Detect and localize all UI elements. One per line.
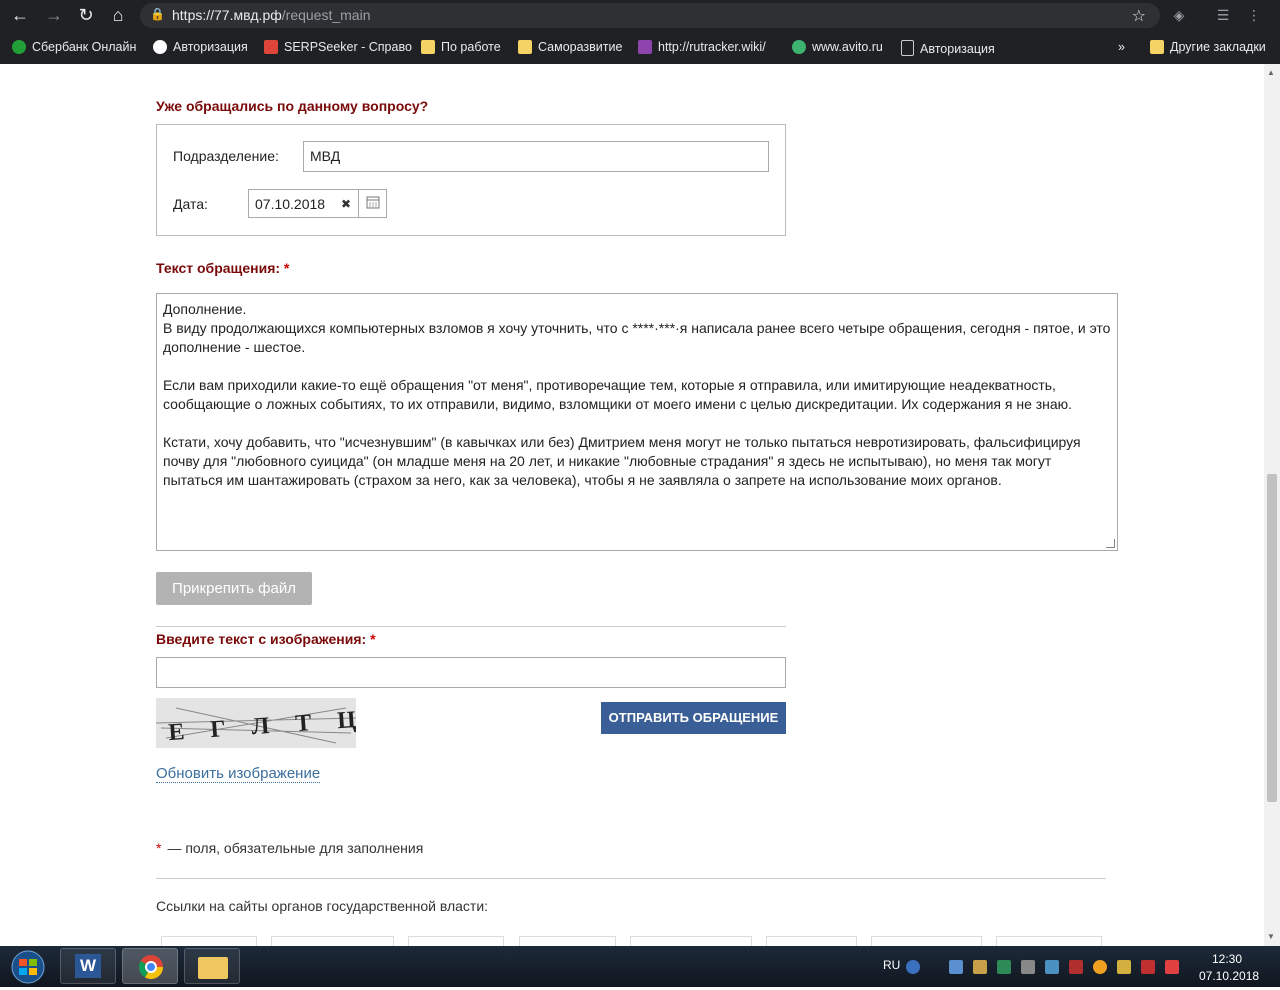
page-icon: [901, 40, 914, 56]
address-bar[interactable]: 🔒 https://77.мвд.рф/request_main ☆: [140, 3, 1160, 28]
lock-icon: 🔒: [150, 7, 165, 21]
browser-toolbar: ← → ↻ ⌂ 🔒 https://77.мвд.рф/request_main…: [0, 0, 1280, 31]
divider: [156, 626, 786, 627]
appeal-paragraph: Если вам приходили какие-то ещё обращени…: [163, 377, 1073, 412]
page-scrollbar[interactable]: ▲ ▼: [1264, 64, 1280, 946]
appeal-text-title: Текст обращения: *: [156, 260, 290, 276]
date-label: Дата:: [173, 196, 208, 212]
word-icon: W: [75, 954, 101, 978]
reload-icon[interactable]: ↻: [74, 4, 98, 26]
appeal-textarea[interactable]: Дополнение. В виду продолжающихся компью…: [156, 293, 1118, 551]
language-indicator[interactable]: RU: [883, 958, 900, 972]
gov-link-logo[interactable]: [271, 936, 394, 946]
folder-icon: [1150, 40, 1164, 54]
gov-link-logo[interactable]: [630, 936, 752, 946]
page-content: Уже обращались по данному вопросу? Подра…: [0, 64, 1264, 946]
start-button[interactable]: [4, 948, 48, 985]
volume-icon[interactable]: [1021, 960, 1035, 974]
folder-icon: [198, 957, 228, 979]
rutracker-icon: [638, 40, 652, 54]
gov-link-logo[interactable]: [408, 936, 504, 946]
serpseeker-icon: [264, 40, 278, 54]
other-bookmarks[interactable]: Другие закладки: [1150, 40, 1266, 54]
bookmark-auth-page[interactable]: Авторизация: [901, 40, 995, 56]
extension-icon[interactable]: ◈: [1170, 6, 1188, 24]
clock-date[interactable]: 07.10.2018: [1199, 969, 1259, 983]
resize-handle-icon[interactable]: [1106, 539, 1115, 548]
tray-app-icon[interactable]: [973, 960, 987, 974]
extension-icon-2[interactable]: ☰: [1214, 6, 1232, 24]
calendar-button[interactable]: [358, 189, 386, 217]
chrome-icon: [138, 955, 163, 980]
submit-appeal-button[interactable]: ОТПРАВИТЬ ОБРАЩЕНИЕ: [601, 702, 786, 734]
bookmark-avito[interactable]: www.avito.ru: [792, 40, 883, 54]
department-label: Подразделение:: [173, 148, 279, 164]
google-icon: [153, 40, 167, 54]
bookmark-rutracker[interactable]: http://rutracker.wiki/: [638, 40, 774, 54]
appeal-paragraph: [163, 357, 1111, 376]
bookmark-serpseeker[interactable]: SERPSeeker - Справо: [264, 40, 412, 54]
tray-app-icon[interactable]: [1117, 960, 1131, 974]
refresh-captcha-link[interactable]: Обновить изображение: [156, 765, 321, 783]
captcha-title: Введите текст с изображения: *: [156, 631, 376, 647]
chrome-taskbar-button[interactable]: [122, 948, 178, 984]
captcha-input[interactable]: [156, 657, 786, 688]
tray-app-icon[interactable]: [1045, 960, 1059, 974]
forward-arrow-icon[interactable]: →: [42, 4, 66, 26]
appeal-paragraph: Дополнение.: [163, 301, 247, 317]
bookmark-auth-google[interactable]: Авторизация: [153, 40, 248, 54]
windows-logo-icon: [11, 950, 45, 984]
bookmark-folder-selfdev[interactable]: Саморазвитие: [518, 40, 622, 54]
previous-appeal-title: Уже обращались по данному вопросу?: [156, 98, 429, 114]
calendar-icon: [366, 196, 380, 209]
bookmark-sberbank[interactable]: Сбербанк Онлайн: [12, 40, 136, 54]
gov-link-logo[interactable]: [996, 936, 1102, 946]
tray-app-icon[interactable]: [1093, 960, 1107, 974]
tray-app-icon[interactable]: [1165, 960, 1179, 974]
help-icon[interactable]: [906, 960, 920, 974]
bookmark-folder-work[interactable]: По работе: [421, 40, 501, 54]
department-input[interactable]: МВД: [303, 141, 769, 172]
tray-app-icon[interactable]: [1141, 960, 1155, 974]
gov-link-logo[interactable]: [161, 936, 257, 946]
scroll-down-icon[interactable]: ▼: [1267, 932, 1275, 941]
clear-date-icon[interactable]: ✖: [341, 197, 351, 211]
clock-time[interactable]: 12:30: [1212, 952, 1242, 966]
tray-app-icon[interactable]: [997, 960, 1011, 974]
attach-file-button[interactable]: Прикрепить файл: [156, 572, 312, 605]
sberbank-icon: [12, 40, 26, 54]
explorer-taskbar-button[interactable]: [184, 948, 240, 984]
bookmarks-bar: Сбербанк Онлайн Авторизация SERPSeeker -…: [0, 31, 1280, 65]
avito-icon: [792, 40, 806, 54]
word-taskbar-button[interactable]: W: [60, 948, 116, 984]
scroll-thumb[interactable]: [1267, 474, 1277, 802]
appeal-paragraph: В виду продолжающихся компьютерных взлом…: [163, 320, 1111, 355]
back-arrow-icon[interactable]: ←: [8, 4, 32, 26]
captcha-image: Е Г Л Т Ц: [155, 698, 367, 748]
menu-icon[interactable]: ⋮: [1245, 6, 1263, 24]
scroll-up-icon[interactable]: ▲: [1267, 68, 1275, 77]
divider: [156, 878, 1106, 879]
folder-icon: [518, 40, 532, 54]
folder-icon: [421, 40, 435, 54]
network-icon[interactable]: [949, 960, 963, 974]
appeal-paragraph: Кстати, хочу добавить, что "исчезнувшим"…: [163, 434, 1081, 488]
gov-link-logo[interactable]: [871, 936, 982, 946]
required-note: * — поля, обязательные для заполнения: [156, 840, 424, 856]
gov-link-logo[interactable]: [766, 936, 857, 946]
gov-links-title: Ссылки на сайты органов государственной …: [156, 898, 489, 914]
tray-app-icon[interactable]: [1069, 960, 1083, 974]
bookmarks-more-button[interactable]: »: [1118, 40, 1125, 54]
appeal-paragraph: [163, 414, 1111, 433]
windows-taskbar: W RU 12:30 07.10.2018: [0, 946, 1280, 987]
home-icon[interactable]: ⌂: [106, 4, 130, 26]
bookmark-star-icon[interactable]: ☆: [1132, 6, 1146, 26]
gov-link-logo[interactable]: [519, 936, 616, 946]
url-text: https://77.мвд.рф/request_main: [172, 7, 371, 23]
